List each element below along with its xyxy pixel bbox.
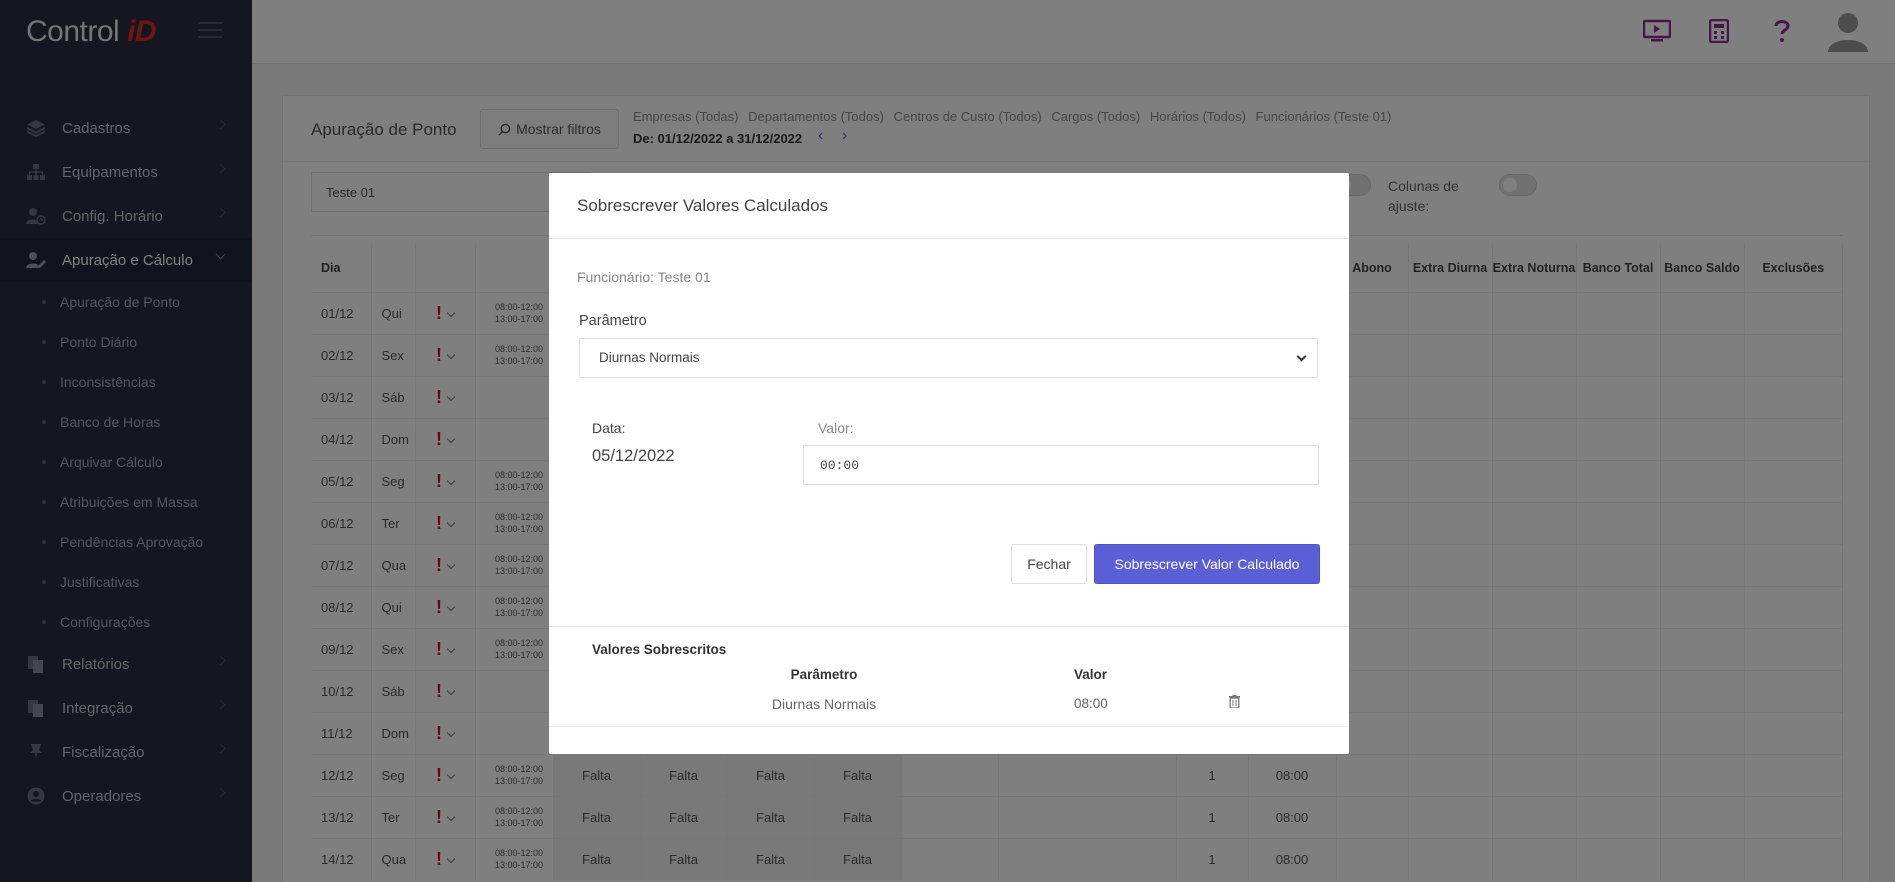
divider [549, 626, 1349, 627]
date-label: Data: [592, 420, 626, 436]
param-select[interactable]: Diurnas Normais [579, 338, 1318, 378]
trash-icon[interactable] [1229, 695, 1243, 709]
param-select-value: Diurnas Normais [599, 350, 700, 365]
chevron-down-icon [1296, 351, 1307, 362]
override-modal: Sobrescrever Valores Calculados Funcioná… [549, 173, 1349, 754]
override-row-param: Diurnas Normais [771, 696, 877, 712]
modal-title: Sobrescrever Valores Calculados [577, 195, 829, 215]
overrides-header-valor: Valor [1074, 667, 1108, 682]
modal-header: Sobrescrever Valores Calculados [549, 173, 1349, 239]
valor-input[interactable]: 00:00 [803, 445, 1319, 485]
overrides-title: Valores Sobrescritos [592, 642, 727, 657]
override-submit-button[interactable]: Sobrescrever Valor Calculado [1094, 544, 1320, 584]
date-value: 05/12/2022 [592, 447, 675, 465]
override-row-valor: 08:00 [1074, 696, 1108, 711]
overrides-header-param: Parâmetro [790, 667, 858, 682]
employee-line: Funcionário: Teste 01 [577, 269, 711, 285]
close-button[interactable]: Fechar [1011, 544, 1087, 584]
param-label: Parâmetro [579, 313, 647, 329]
divider [549, 726, 1349, 727]
valor-label: Valor: [818, 420, 854, 436]
